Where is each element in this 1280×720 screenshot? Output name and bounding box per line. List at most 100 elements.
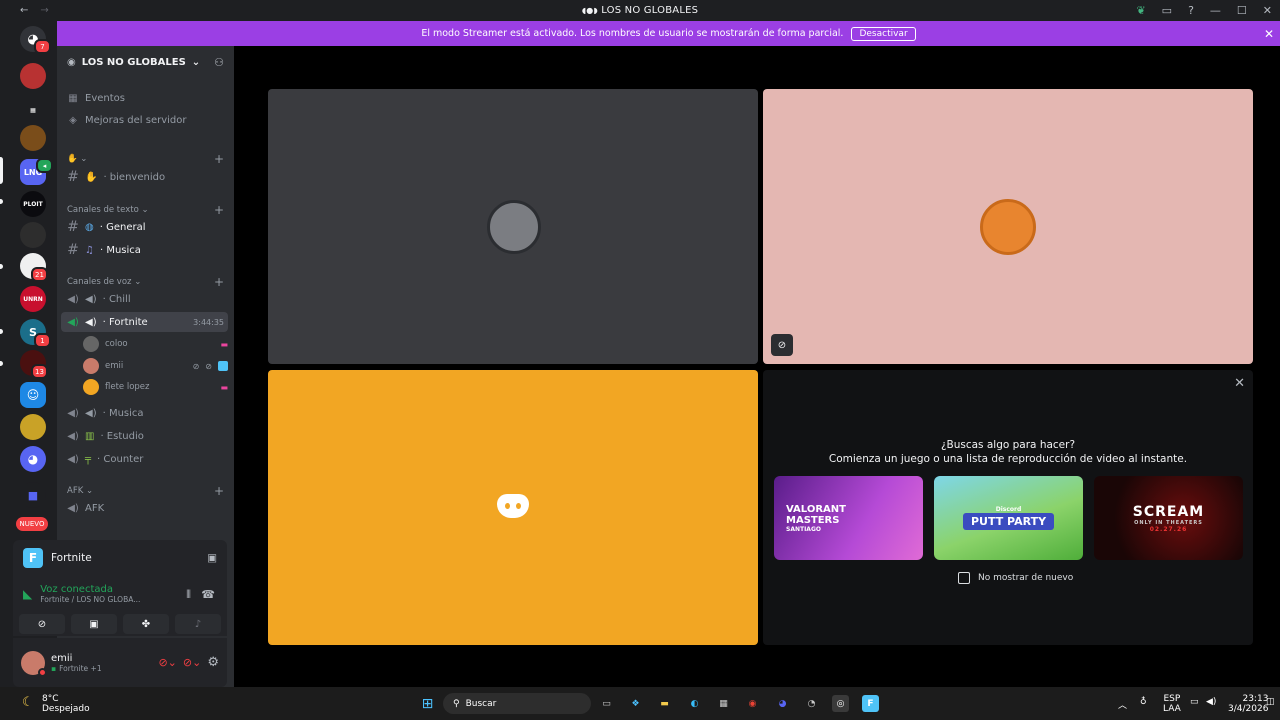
video-tile-coloo[interactable] [268, 89, 758, 364]
dont-show-again[interactable]: No mostrar de nuevo [958, 572, 1073, 584]
activities-button[interactable]: ✤ [123, 614, 169, 634]
microphone-icon[interactable]: ♁ [1140, 697, 1147, 707]
weather-text[interactable]: Despejado [42, 704, 90, 714]
category-text-channels[interactable]: Canales de texto ⌄ + [67, 203, 224, 217]
server-name: LOS NO GLOBALES [81, 56, 186, 68]
voice-channel-estudio[interactable]: ◀) ▥ · Estudio [61, 426, 228, 446]
channel-musica-text[interactable]: # ♫ · Musica [61, 240, 228, 260]
volume-icon[interactable]: ◀) [1206, 697, 1216, 707]
clock-time[interactable]: 23:13 [1228, 694, 1268, 704]
user-avatar[interactable] [21, 650, 47, 677]
video-tile-emii[interactable]: ⊘ [763, 89, 1253, 364]
promo-heading: ¿Buscas algo para hacer? [940, 439, 1076, 451]
server-icon-bot[interactable]: ☺ [20, 382, 46, 408]
category-voice-channels[interactable]: Canales de voz ⌄ + [67, 275, 224, 289]
add-channel-icon[interactable]: + [214, 152, 224, 166]
new-badge[interactable]: NUEVO [16, 517, 48, 531]
channel-bienvenido[interactable]: # ✋ · bienvenido [61, 167, 228, 187]
card-valorant-masters[interactable]: VALORANT MASTERS SANTIAGO [774, 476, 923, 560]
settings-gear-icon[interactable]: ⚙ [207, 655, 219, 670]
app-taskbar-icon[interactable]: ◔ [803, 695, 820, 712]
nitro-leaf-icon[interactable]: ❦ [1136, 4, 1145, 17]
server-icon-dark[interactable] [20, 222, 46, 248]
deafened-icon: ⊘ [205, 361, 212, 371]
weather-moon-icon[interactable]: ☾ [22, 695, 34, 710]
voice-channel-path[interactable]: Fortnite / LOS NO GLOBA... [40, 595, 140, 604]
add-channel-icon[interactable]: + [214, 484, 224, 498]
notifications-icon[interactable]: ◫ [1266, 697, 1275, 707]
clock-date[interactable]: 3/4/2026 [1228, 704, 1268, 714]
channel-general[interactable]: # ◍ · General [61, 217, 228, 237]
network-icon[interactable]: ▭ [1190, 697, 1199, 707]
screen-share-button[interactable]: ▣ [71, 614, 117, 634]
voice-channel-musica[interactable]: ◀) ◀) · Musica [61, 403, 228, 423]
maximize-button[interactable]: ☐ [1237, 4, 1247, 17]
username[interactable]: emii [51, 653, 102, 664]
category-wave[interactable]: ✋ ⌄ + [67, 152, 224, 166]
language-code[interactable]: ESP [1163, 694, 1181, 704]
close-icon[interactable]: ✕ [1234, 376, 1245, 391]
disable-streamer-button[interactable]: Desactivar [851, 26, 916, 41]
window-title: ◖●◗ LOS NO GLOBALES [581, 5, 699, 16]
voice-user-coloo[interactable]: coloo ▬ [83, 335, 228, 353]
store-icon[interactable]: ▦ [715, 695, 732, 712]
disconnect-icon[interactable]: ☎ [201, 588, 215, 601]
server-icon-game[interactable] [20, 414, 46, 440]
temperature[interactable]: 8°C [42, 694, 90, 704]
windows-start-icon[interactable]: ⊞ [419, 695, 436, 712]
voice-channel-counter[interactable]: ◀) ╤ · Counter [61, 449, 228, 469]
discord-taskbar-icon[interactable]: ◕ [774, 695, 791, 712]
inbox-icon[interactable]: ▭ [1162, 4, 1172, 17]
fortnite-taskbar-icon[interactable]: F [862, 695, 879, 712]
edge-icon[interactable]: ◐ [686, 695, 703, 712]
widgets-icon[interactable]: ❖ [627, 695, 644, 712]
noise-suppression-icon[interactable]: ⦀ [186, 588, 191, 602]
headphones-muted-icon[interactable]: ⊘⌄ [183, 656, 201, 669]
task-view-icon[interactable]: ▭ [598, 695, 615, 712]
voice-user-flete-lopez[interactable]: flete lopez ▬ [83, 378, 228, 396]
add-channel-icon[interactable]: + [214, 203, 224, 217]
file-explorer-icon[interactable]: ▬ [656, 695, 673, 712]
boost-icon: ◈ [69, 114, 77, 126]
server-icon-cars[interactable] [20, 63, 46, 89]
voice-channel-fortnite[interactable]: ◀) ◀) · Fortnite 3:44:35 [61, 312, 228, 332]
card-scream[interactable]: SCREAM ONLY IN THEATERS 02.27.26 [1094, 476, 1243, 560]
close-icon[interactable]: ✕ [1264, 27, 1274, 41]
server-icon-discord[interactable]: ◕ [20, 446, 46, 472]
card-putt-party[interactable]: Discord PUTT PARTY [934, 476, 1083, 560]
server-icon-fruits[interactable] [20, 125, 46, 151]
folder-icon[interactable]: ■ [20, 482, 46, 508]
soundboard-button[interactable]: ♪ [175, 614, 221, 634]
server-icon-ploit[interactable]: PLOIT [20, 191, 46, 217]
keyboard-layout[interactable]: LAA [1163, 704, 1181, 714]
invite-user-icon[interactable]: ⚇ [214, 56, 224, 69]
steam-icon[interactable]: ◎ [832, 695, 849, 712]
category-afk[interactable]: AFK ⌄ + [67, 484, 224, 498]
activity-game-icon: ▬ [220, 382, 228, 392]
checkbox[interactable] [958, 572, 970, 584]
taskbar-search[interactable]: ⚲ Buscar [443, 693, 591, 714]
server-icon-unrn[interactable]: UNRN [20, 286, 46, 312]
voice-channel-chill[interactable]: ◀) ◀) · Chill [61, 289, 228, 309]
voice-connected-label[interactable]: Voz conectada [40, 584, 140, 595]
close-button[interactable]: ✕ [1263, 4, 1272, 17]
voice-channel-afk[interactable]: ◀) AFK [61, 498, 228, 518]
server-header[interactable]: ◉ LOS NO GLOBALES ⌄ ⚇ [57, 46, 234, 78]
game-activity-bar[interactable]: F Fortnite ▣ [13, 540, 227, 576]
video-tile-flete-lopez[interactable] [268, 370, 758, 645]
add-channel-icon[interactable]: + [214, 275, 224, 289]
stream-screen-icon[interactable]: ▣ [207, 552, 217, 564]
chrome-icon[interactable]: ◉ [744, 695, 761, 712]
wave-emoji-icon: ✋ ⌄ [67, 154, 88, 164]
voice-user-emii[interactable]: emii ⊘ ⊘ [83, 357, 228, 375]
camera-off-button[interactable]: ⊘ [19, 614, 65, 634]
tray-chevron-icon[interactable]: ︿ [1118, 698, 1127, 711]
hash-icon: # [67, 242, 79, 258]
minimize-button[interactable]: — [1210, 4, 1221, 17]
mic-muted-icon[interactable]: ⊘⌄ [158, 656, 176, 669]
signal-icon[interactable]: ◣ [23, 587, 32, 601]
server-icon-project[interactable]: ▦ [20, 97, 46, 123]
help-icon[interactable]: ? [1188, 4, 1194, 17]
events-item[interactable]: ▦ Eventos [61, 88, 228, 108]
server-boosts-item[interactable]: ◈ Mejoras del servidor [61, 110, 228, 130]
